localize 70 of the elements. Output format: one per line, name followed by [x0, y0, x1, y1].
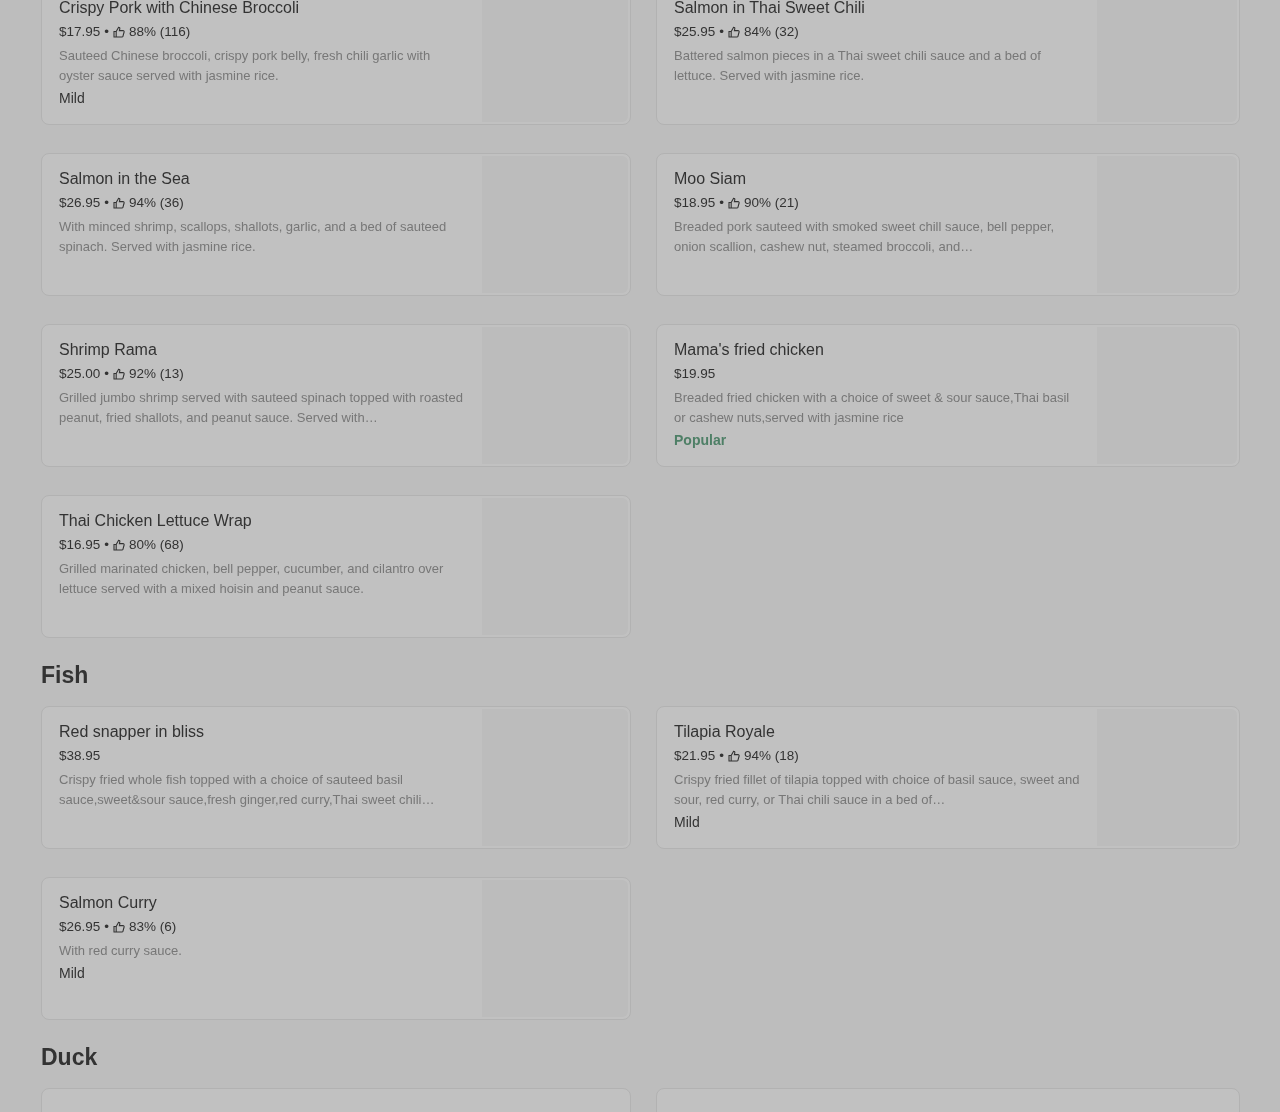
separator-dot: • — [719, 194, 725, 212]
thumbs-up-icon — [728, 197, 741, 209]
item-price: $26.95 — [59, 918, 101, 936]
item-description: Sauteed Chinese broccoli, crispy pork belly, fresh chili garlic with oyster sauce served with jasmine rice. — [59, 47, 432, 85]
item-name: Red snapper in bliss — [59, 722, 205, 742]
item-name: Salmon Curry — [59, 893, 158, 913]
item-name: Mama's fried chicken — [674, 340, 825, 360]
separator-dot: • — [719, 747, 725, 765]
thumbs-up-icon — [728, 750, 741, 762]
item-rating: 80% (68) — [129, 536, 184, 554]
menu-item-card[interactable]: Salmon Curry $26.95 • 83% (6) With red curry sauce. Mild — [41, 877, 631, 1020]
thumbs-up-icon — [113, 26, 126, 38]
menu-item-card[interactable]: Red snapper in bliss $38.95 Crispy fried whole fish topped with a choice of sauteed basil sauce,sweet&sour sauce,fresh ginger,red curry,Thai sweet chili… — [41, 706, 631, 849]
item-price: $25.00 — [59, 365, 101, 383]
item-rating: 90% (21) — [744, 194, 799, 212]
item-description: Breaded fried chicken with a choice of sweet & sour sauce,Thai basil or cashew nuts,served with jasmine rice — [674, 389, 1071, 427]
item-tag: Mild — [59, 88, 482, 108]
menu-item-card[interactable]: Salmon in Thai Sweet Chili $25.95 • 84% (32) Battered salmon pieces in a Thai sweet chili sauce and a bed of lettuce. Served with jasmine rice. — [656, 0, 1240, 125]
menu-item-card[interactable]: Moo Siam $18.95 • 90% (21) Breaded pork sauteed with smoked sweet chill sauce, bell pepper, onion scallion, cashew nut, steamed broccoli, and… — [656, 153, 1240, 296]
item-description: With red curry sauce. — [59, 942, 183, 960]
section-heading: Fish — [41, 661, 90, 690]
menu-item-card[interactable]: Thai Chicken Lettuce Wrap $16.95 • 80% (68) Grilled marinated chicken, bell pepper, cucumber, and cilantro over lettuce served with a mixed hoisin and peanut sauce. — [41, 495, 631, 638]
separator-dot: • — [104, 365, 110, 383]
thumbs-up-icon — [113, 539, 126, 551]
item-rating: 83% (6) — [129, 918, 177, 936]
menu-item-card[interactable]: Salmon in the Sea $26.95 • 94% (36) With minced shrimp, scallops, shallots, garlic, and a bed of sauteed spinach. Served with jasmine rice. — [41, 153, 631, 296]
item-price: $25.95 — [674, 23, 716, 41]
item-rating: 84% (32) — [744, 23, 799, 41]
item-rating: 88% (116) — [129, 23, 191, 41]
thumbs-up-icon — [113, 368, 126, 380]
item-description: Battered salmon pieces in a Thai sweet chili sauce and a bed of lettuce. Served with jasmine rice. — [674, 47, 1042, 85]
item-name: Tilapia Royale — [674, 722, 776, 742]
item-name: Salmon in the Sea — [59, 169, 191, 189]
item-name: Thai Chicken Lettuce Wrap — [59, 511, 253, 531]
item-name: Salmon in Thai Sweet Chili — [674, 0, 866, 18]
item-rating: 92% (13) — [129, 365, 184, 383]
item-description: Crispy fried whole fish topped with a choice of sauteed basil sauce,sweet&sour sauce,fresh ginger,red curry,Thai sweet chili… — [59, 771, 436, 809]
item-name: Moo Siam — [674, 169, 748, 189]
thumbs-up-icon — [113, 197, 126, 209]
item-tag: Mild — [674, 812, 1097, 832]
thumbs-up-icon — [113, 921, 126, 933]
item-price: $38.95 — [59, 747, 101, 765]
item-price: $18.95 — [674, 194, 716, 212]
menu-item-card[interactable]: Shrimp Rama $25.00 • 92% (13) Grilled jumbo shrimp served with sauteed spinach topped with roasted peanut, fried shallots, and peanut sauce. Served with… — [41, 324, 631, 467]
item-rating: 94% (18) — [744, 747, 799, 765]
item-description: With minced shrimp, scallops, shallots, garlic, and a bed of sauteed spinach. Served with jasmine rice. — [59, 218, 448, 256]
item-rating: 94% (36) — [129, 194, 184, 212]
separator-dot: • — [104, 194, 110, 212]
item-tag: Popular — [674, 430, 1097, 450]
item-price: $17.95 — [59, 23, 101, 41]
item-price: $21.95 — [674, 747, 716, 765]
thumbs-up-icon — [728, 26, 741, 38]
item-description: Breaded pork sauteed with smoked sweet chill sauce, bell pepper, onion scallion, cashew nut, steamed broccoli, and… — [674, 218, 1056, 256]
section-heading: Duck — [41, 1043, 99, 1072]
menu-item-card[interactable]: Mama's fried chicken $19.95 Breaded fried chicken with a choice of sweet & sour sauce,Thai basil or cashew nuts,served with jasmine rice Popular — [656, 324, 1240, 467]
menu-item-card[interactable]: Tilapia Royale $21.95 • 94% (18) Crispy fried fillet of tilapia topped with choice of basil sauce, sweet and sour, red curry, or Thai chili sauce in a bed of… Mild — [656, 706, 1240, 849]
item-tag: Mild — [59, 963, 482, 983]
item-price: $16.95 — [59, 536, 101, 554]
item-name: Crispy Pork with Chinese Broccoli — [59, 0, 301, 18]
item-description: Grilled jumbo shrimp served with sauteed spinach topped with roasted peanut, fried shallots, and peanut sauce. Served with… — [59, 389, 464, 427]
menu-item-card[interactable]: Crispy Pork with Chinese Broccoli $17.95 • 88% (116) Sauteed Chinese broccoli, crispy pork belly, fresh chili garlic with oyster sauce served with jasmine rice. Mild — [41, 0, 631, 125]
item-name: Shrimp Rama — [59, 340, 158, 360]
separator-dot: • — [104, 536, 110, 554]
item-price: $26.95 — [59, 194, 101, 212]
separator-dot: • — [104, 918, 110, 936]
item-description: Grilled marinated chicken, bell pepper, cucumber, and cilantro over lettuce served with a mixed hoisin and peanut sauce. — [59, 560, 445, 598]
separator-dot: • — [104, 23, 110, 41]
separator-dot: • — [719, 23, 725, 41]
item-description: Crispy fried fillet of tilapia topped with choice of basil sauce, sweet and sour, red curry, or Thai chili sauce in a bed of… — [674, 771, 1081, 809]
item-price: $19.95 — [674, 365, 716, 383]
